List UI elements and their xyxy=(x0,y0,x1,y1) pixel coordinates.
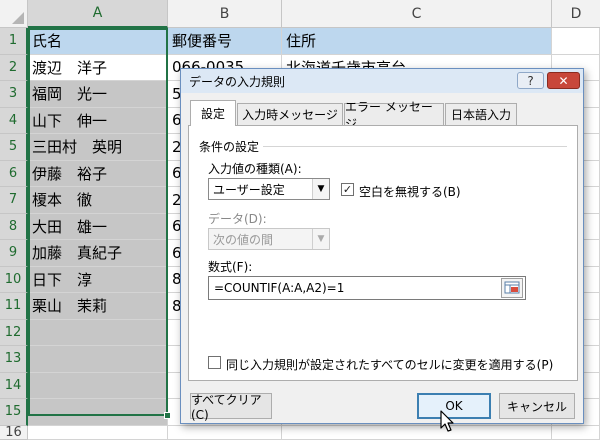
data-validation-dialog: データの入力規則 ? ✕ 設定 入力時メッセージ エラー メッセージ 日本語入力… xyxy=(180,68,584,424)
row-header-7[interactable]: 7 xyxy=(0,187,28,214)
row-header-16[interactable]: 16 xyxy=(0,425,28,440)
cell-d1[interactable] xyxy=(552,28,600,55)
select-all-corner[interactable] xyxy=(0,0,28,28)
row-header-3[interactable]: 3 xyxy=(0,81,28,108)
cell-d16[interactable] xyxy=(552,425,600,440)
dialog-title: データの入力規則 xyxy=(189,74,286,89)
row-header-15[interactable]: 15 xyxy=(0,399,28,426)
allow-select[interactable]: ユーザー設定 ▼ xyxy=(208,178,330,200)
allow-value: ユーザー設定 xyxy=(213,182,285,197)
cell-c1[interactable]: 住所 xyxy=(282,28,552,55)
row-header-13[interactable]: 13 xyxy=(0,346,28,373)
section-divider xyxy=(263,146,567,147)
data-value: 次の値の間 xyxy=(213,232,274,247)
row-header-14[interactable]: 14 xyxy=(0,372,28,399)
settings-panel: 条件の設定 入力値の種類(A): ユーザー設定 ▼ ✓ 空白を無視する(B) デ… xyxy=(188,125,578,381)
column-header-d[interactable]: D xyxy=(552,0,600,28)
cell-b1[interactable]: 郵便番号 xyxy=(168,28,282,55)
cell-b16[interactable] xyxy=(168,425,282,440)
formula-value: =COUNTIF(A:A,A2)=1 xyxy=(214,281,345,295)
formula-input[interactable]: =COUNTIF(A:A,A2)=1 xyxy=(208,276,526,300)
checkmark-icon: ✓ xyxy=(342,183,353,196)
mouse-cursor-icon xyxy=(440,410,454,432)
help-button[interactable]: ? xyxy=(517,72,544,89)
row-header-10[interactable]: 10 xyxy=(0,266,28,293)
tab-input-message[interactable]: 入力時メッセージ xyxy=(237,103,343,125)
row-header-1[interactable]: 1 xyxy=(0,28,28,55)
allow-label: 入力値の種類(A): xyxy=(208,162,302,176)
row-header-6[interactable]: 6 xyxy=(0,160,28,187)
apply-all-label: 同じ入力規則が設定されたすべてのセルに変更を適用する(P) xyxy=(226,358,554,372)
cell-a16[interactable] xyxy=(28,425,168,440)
formula-label: 数式(F): xyxy=(208,260,253,274)
column-header-a[interactable]: A xyxy=(28,0,168,28)
row-header-11[interactable]: 11 xyxy=(0,293,28,320)
cancel-button[interactable]: キャンセル xyxy=(499,393,575,419)
section-title: 条件の設定 xyxy=(199,140,260,154)
close-button[interactable]: ✕ xyxy=(547,72,580,89)
cell-c16[interactable] xyxy=(282,425,552,440)
row-header-5[interactable]: 5 xyxy=(0,134,28,161)
range-picker-icon[interactable] xyxy=(501,278,523,298)
row-header-4[interactable]: 4 xyxy=(0,107,28,134)
data-label: データ(D): xyxy=(208,212,267,226)
row-header-8[interactable]: 8 xyxy=(0,213,28,240)
tab-ime-mode[interactable]: 日本語入力 xyxy=(445,103,517,125)
fill-handle[interactable] xyxy=(164,412,171,419)
tab-settings[interactable]: 設定 xyxy=(190,100,236,126)
chevron-down-icon[interactable]: ▼ xyxy=(312,179,329,199)
clear-all-button[interactable]: すべてクリア(C) xyxy=(190,393,272,422)
chevron-down-icon: ▼ xyxy=(312,229,329,249)
column-header-b[interactable]: B xyxy=(168,0,282,28)
ignore-blank-checkbox[interactable]: ✓ xyxy=(341,183,354,196)
row-header-12[interactable]: 12 xyxy=(0,319,28,346)
apply-all-checkbox[interactable] xyxy=(208,356,221,369)
close-icon: ✕ xyxy=(558,73,569,88)
selection-outline xyxy=(28,28,168,416)
ignore-blank-label: 空白を無視する(B) xyxy=(359,185,461,199)
tab-error-message[interactable]: エラー メッセージ xyxy=(344,100,444,131)
row-header-2[interactable]: 2 xyxy=(0,54,28,81)
data-select: 次の値の間 ▼ xyxy=(208,228,330,250)
row-header-9[interactable]: 9 xyxy=(0,240,28,267)
column-header-c[interactable]: C xyxy=(282,0,552,28)
